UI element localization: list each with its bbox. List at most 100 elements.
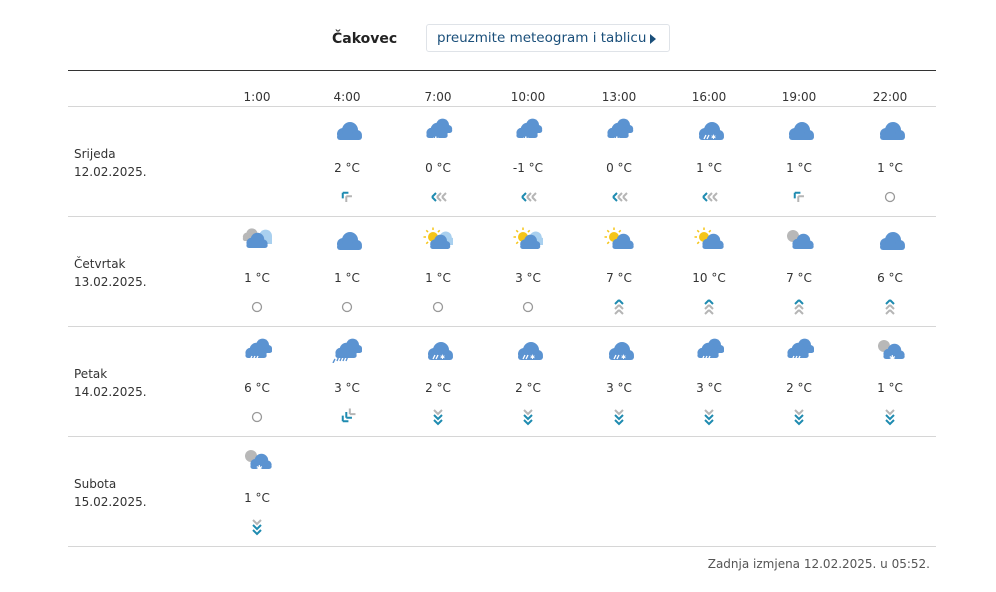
wind-south-icon	[699, 297, 719, 317]
forecast-cell: 7 °C	[584, 217, 654, 327]
header-divider	[68, 70, 936, 71]
temperature: 3 °C	[334, 381, 360, 395]
wind-north-icon	[880, 407, 900, 427]
download-meteogram-button[interactable]: preuzmite meteogram i tablicu	[426, 24, 670, 52]
day-date: 12.02.2025.	[74, 165, 147, 179]
wind-south-icon	[789, 297, 809, 317]
day-row: Srijeda 12.02.2025. 2 °C ✱ 0 °C ✱ -1 °C	[0, 107, 996, 217]
day-name: Četvrtak	[74, 257, 126, 271]
forecast-cell: 3 °C	[674, 327, 744, 437]
calm-icon	[247, 407, 267, 427]
hour-label: 19:00	[781, 90, 817, 104]
city-name: Čakovec	[332, 31, 398, 47]
cloudy-rain-icon	[694, 337, 725, 363]
temperature: 10 °C	[692, 271, 726, 285]
svg-text:✱: ✱	[711, 134, 716, 141]
partly-cloudy-snow-icon: ✱	[875, 337, 905, 363]
temperature: 0 °C	[606, 161, 632, 175]
cloud-icon	[875, 227, 905, 253]
wind-north-icon	[789, 407, 809, 427]
forecast-cell: 1 °C	[855, 107, 925, 217]
temperature: 1 °C	[877, 381, 903, 395]
temperature: 1 °C	[244, 491, 270, 505]
cloud-sleet-icon: ✱	[604, 337, 634, 363]
hour-label: 1:00	[243, 90, 271, 104]
wind-northwest-icon	[337, 187, 357, 207]
temperature: 1 °C	[786, 161, 812, 175]
wind-west-strong-icon	[428, 187, 448, 207]
temperature: 1 °C	[334, 271, 360, 285]
forecast-cell: ✱ 1 °C	[674, 107, 744, 217]
hour-label: 13:00	[601, 90, 637, 104]
wind-north-icon	[609, 407, 629, 427]
cloud-sleet-icon: ✱	[694, 117, 724, 143]
sun-cloud-icon	[423, 227, 455, 253]
temperature: 7 °C	[606, 271, 632, 285]
hour-label: 7:00	[424, 90, 452, 104]
calm-icon	[518, 297, 538, 317]
cloud-sleet-icon: ✱	[423, 337, 453, 363]
day-name: Srijeda	[74, 147, 116, 161]
wind-west-strong-icon	[699, 187, 719, 207]
forecast-cell: ✱ 3 °C	[584, 327, 654, 437]
day-name: Subota	[74, 477, 117, 491]
temperature: 1 °C	[877, 161, 903, 175]
temperature: 2 °C	[786, 381, 812, 395]
forecast-cell: 6 °C	[855, 217, 925, 327]
cloudy-snow-icon: ✱	[513, 117, 543, 146]
forecast-cell: ✱ 0 °C	[403, 107, 473, 217]
page-header: Čakovec preuzmite meteogram i tablicu	[0, 24, 996, 54]
partly-cloudy-icon	[604, 227, 634, 253]
cloudy-snow-icon: ✱	[604, 117, 634, 146]
partly-cloudy-icon	[694, 227, 724, 253]
cloudy-heavy-rain-icon	[332, 337, 363, 364]
cloud-icon	[332, 117, 362, 143]
cloud-icon	[784, 117, 814, 143]
svg-text:✱: ✱	[889, 354, 896, 363]
forecast-cell: ✱ 0 °C	[584, 107, 654, 217]
svg-text:✱: ✱	[530, 354, 535, 361]
svg-text:✱: ✱	[621, 354, 626, 361]
temperature: 2 °C	[334, 161, 360, 175]
day-date: 14.02.2025.	[74, 385, 147, 399]
forecast-cell: 3 °C	[493, 217, 563, 327]
temperature: 1 °C	[425, 271, 451, 285]
svg-text:✱: ✱	[613, 136, 621, 143]
day-date: 15.02.2025.	[74, 495, 147, 509]
hour-label: 4:00	[333, 90, 361, 104]
download-button-label: preuzmite meteogram i tablicu	[437, 30, 647, 46]
temperature: 3 °C	[515, 271, 541, 285]
caret-right-icon	[650, 34, 656, 44]
svg-text:✱: ✱	[522, 136, 530, 143]
cloudy-rain-icon	[242, 337, 273, 363]
day-row: Petak 14.02.2025. 6 °C 3 °C ✱ 2 °C ✱ 2 °…	[0, 327, 996, 437]
forecast-cell: ✱ 1 °C	[222, 437, 292, 547]
forecast-cell: 2 °C	[764, 327, 834, 437]
temperature: 6 °C	[877, 271, 903, 285]
wind-south-icon	[880, 297, 900, 317]
wind-west-strong-icon	[609, 187, 629, 207]
forecast-cell: ✱ 2 °C	[403, 327, 473, 437]
sun-cloud-icon	[513, 227, 545, 253]
forecast-cell: 7 °C	[764, 217, 834, 327]
hour-label: 16:00	[691, 90, 727, 104]
cloud-icon	[332, 227, 362, 253]
wind-north-icon	[247, 517, 267, 537]
calm-icon	[428, 297, 448, 317]
temperature: 0 °C	[425, 161, 451, 175]
temperature: 2 °C	[425, 381, 451, 395]
calm-icon	[337, 297, 357, 317]
wind-north-icon	[428, 407, 448, 427]
cloud-icon	[875, 117, 905, 143]
day-date: 13.02.2025.	[74, 275, 147, 289]
svg-text:✱: ✱	[432, 136, 440, 143]
wind-north-icon	[518, 407, 538, 427]
partly-cloudy-snow-icon: ✱	[242, 447, 272, 473]
calm-icon	[247, 297, 267, 317]
temperature: 1 °C	[696, 161, 722, 175]
day-row: Četvrtak 13.02.2025. 1 °C 1 °C 1 °C 3 °C	[0, 217, 996, 327]
temperature: -1 °C	[512, 161, 544, 175]
wind-south-icon	[609, 297, 629, 317]
temperature: 7 °C	[786, 271, 812, 285]
forecast-cell: ✱ 1 °C	[855, 327, 925, 437]
